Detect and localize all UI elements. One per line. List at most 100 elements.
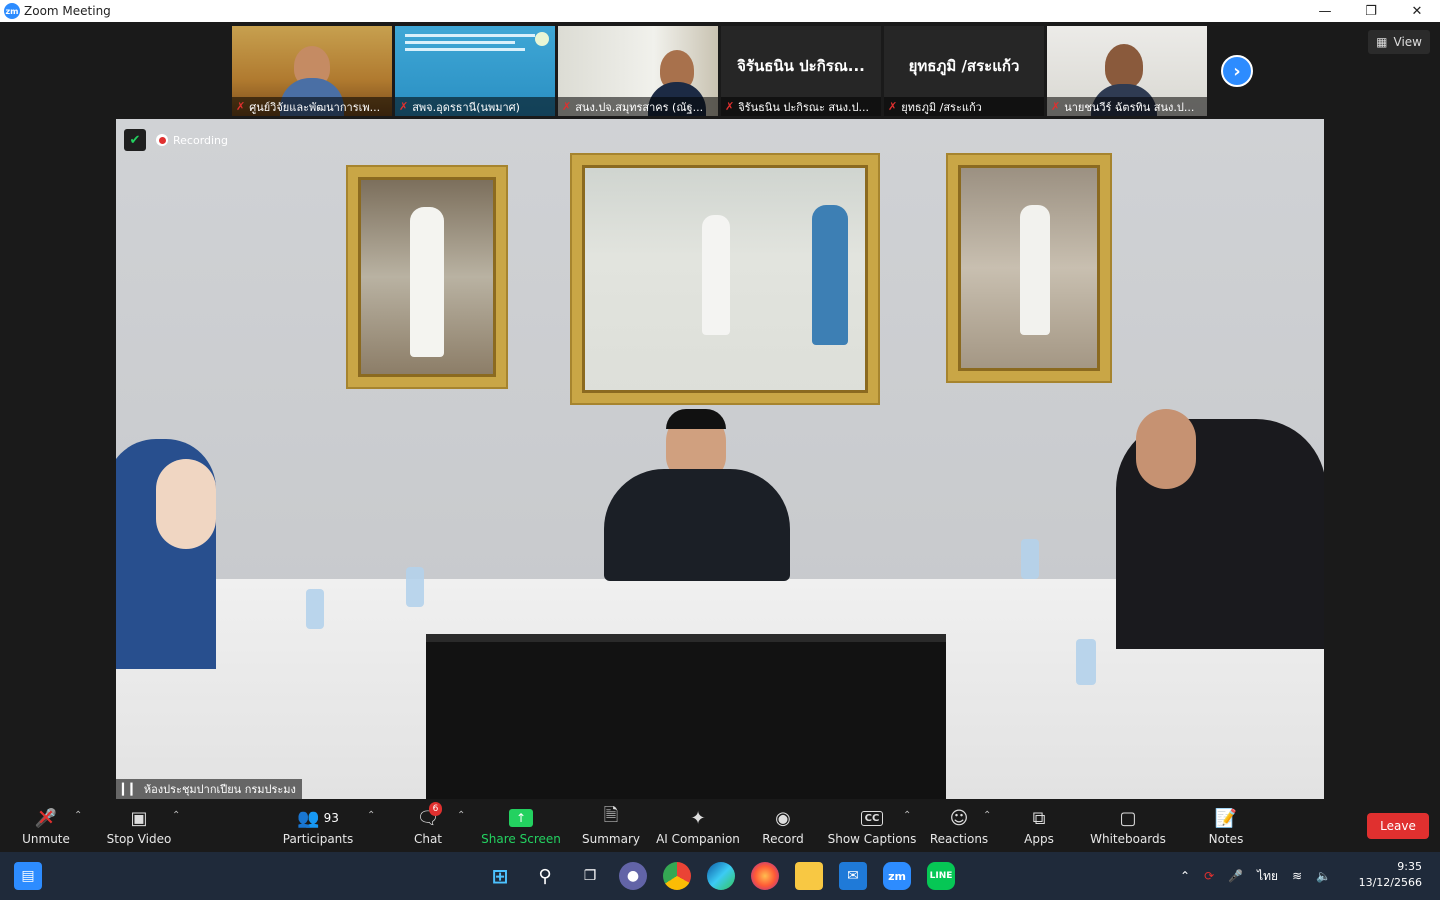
participants-count: 93 (323, 811, 339, 825)
clock-time: 9:35 (1397, 860, 1422, 873)
task-view-icon[interactable]: ❐ (576, 862, 604, 890)
microphone-icon[interactable]: 🎤 (1228, 869, 1243, 883)
unmute-button[interactable]: 🎤 ✕ Unmute (18, 800, 74, 852)
participant-display-name: ยุทธภูมิ /สระแก้ว (908, 57, 1020, 75)
video-camera-icon: ▣ (130, 807, 148, 829)
windows-taskbar: ▤ ⊞ ⚲ ❐ ● ✉ zm LINE ⌃ ⟳ 🎤 ไทย ≋ 🔈 9:35 1… (0, 852, 1440, 900)
captions-options-chevron-icon[interactable]: ⌃ (903, 810, 911, 821)
muted-mic-icon: ✗ (1051, 100, 1061, 113)
cc-icon: CC (860, 810, 884, 826)
reactions-options-chevron-icon[interactable]: ⌃ (983, 810, 991, 821)
tv-monitor (426, 634, 946, 799)
record-circle-icon: ◉ (775, 807, 791, 829)
whiteboards-button[interactable]: ▢ Whiteboards (1090, 800, 1166, 852)
room-name: ห้องประชุมปากเปียน กรมประมง (143, 783, 296, 796)
water-bottle (306, 589, 324, 629)
minimize-button[interactable]: — (1302, 0, 1348, 22)
water-bottle (1021, 539, 1039, 579)
participant-thumbnail[interactable]: ยุทธภูมิ /สระแก้ว ✗ ยุทธภูมิ /สระแก้ว (884, 26, 1044, 116)
participant-thumbnail[interactable]: จิรันธนิน ปะกิรณ... ✗ จิรันธนิน ปะกิรณะ ส… (721, 26, 881, 116)
speaker-person (666, 409, 726, 429)
chat-options-chevron-icon[interactable]: ⌃ (457, 810, 465, 821)
audio-options-chevron-icon[interactable]: ⌃ (74, 810, 82, 821)
muted-mic-icon: ✗ (725, 100, 735, 113)
window-title: Zoom Meeting (24, 4, 111, 18)
microphone-muted-icon: 🎤 ✕ (34, 805, 58, 831)
meeting-toolbar: 🎤 ✕ Unmute ⌃ ▣ Stop Video ⌃ 👥 93 Participa… (0, 800, 1440, 852)
edge-icon[interactable] (707, 862, 735, 890)
attendee-person (156, 459, 216, 549)
widgets-icon[interactable]: ▤ (14, 862, 42, 890)
line-app-icon[interactable]: LINE (927, 862, 955, 890)
participant-name: นายชนวีร์ ฉัตรทิน สนง.ป... (1064, 100, 1195, 114)
participant-display-name: จิรันธนิน ปะกิรณ... (737, 57, 865, 75)
zoom-taskbar-icon[interactable]: zm (883, 862, 911, 890)
chat-button[interactable]: 🗨 6 Chat (408, 800, 448, 852)
participants-options-chevron-icon[interactable]: ⌃ (367, 810, 375, 821)
sparkle-icon: ✦ (690, 807, 706, 829)
participants-button[interactable]: 👥 93 Participants (282, 800, 354, 852)
muted-mic-icon: ✗ (399, 100, 409, 113)
leave-button[interactable]: Leave (1367, 813, 1429, 839)
participant-thumbnail[interactable]: ✗ นายชนวีร์ ฉัตรทิน สนง.ป... (1047, 26, 1207, 116)
input-language[interactable]: ไทย (1257, 867, 1278, 886)
ai-companion-button[interactable]: ✦ AI Companion (656, 800, 740, 852)
record-button[interactable]: ◉ Record (760, 800, 806, 852)
meeting-area: ✗ ศูนย์วิจัยและพัฒนาการเพ... ✗ สพจ.อุดรธาน… (0, 22, 1440, 800)
participant-name: ยุทธภูมิ /สระแก้ว (901, 100, 982, 114)
view-button[interactable]: ▦ View (1368, 30, 1430, 54)
main-video[interactable]: ✔ Recording ▎▎ ห้องประชุมปากเปียน กรมประ… (116, 119, 1324, 799)
portrait-frame (348, 167, 506, 387)
encryption-shield-icon[interactable]: ✔ (124, 129, 146, 151)
zoom-logo-icon: zm (4, 3, 20, 19)
speaker-icon[interactable]: 🔈 (1316, 869, 1331, 883)
summary-button[interactable]: 🗎 Summary (582, 800, 640, 852)
participant-thumbnail[interactable]: ✗ สพจ.อุดรธานี(นพมาศ) (395, 26, 555, 116)
portrait-frame (572, 155, 878, 403)
teams-chat-icon[interactable]: ● (619, 862, 647, 890)
firefox-icon[interactable] (751, 862, 779, 890)
smiley-plus-icon: ☺ (949, 807, 969, 829)
share-screen-button[interactable]: ↑ Share Screen (481, 800, 561, 852)
show-captions-button[interactable]: CC Show Captions (828, 800, 916, 852)
show-hidden-icons-chevron-icon[interactable]: ⌃ (1180, 869, 1190, 883)
chrome-icon[interactable] (663, 862, 691, 890)
portrait-frame (948, 155, 1110, 381)
restore-button[interactable]: ❐ (1348, 0, 1394, 22)
room-name-label: ▎▎ ห้องประชุมปากเปียน กรมประมง (116, 779, 302, 799)
reactions-button[interactable]: ☺ Reactions (930, 800, 988, 852)
notes-button[interactable]: 📝 Notes (1206, 800, 1246, 852)
share-screen-arrow-icon: ↑ (509, 809, 533, 827)
file-explorer-icon[interactable] (795, 862, 823, 890)
grid-icon: ▦ (1376, 35, 1388, 49)
search-icon[interactable]: ⚲ (531, 862, 559, 890)
stop-video-button[interactable]: ▣ Stop Video (104, 800, 174, 852)
muted-mic-icon: ✗ (562, 100, 572, 113)
wifi-icon[interactable]: ≋ (1292, 869, 1302, 883)
participant-thumbnail[interactable]: ✗ สนง.ปจ.สมุทรสาคร (ณัฐ... (558, 26, 718, 116)
recording-indicator[interactable]: Recording (156, 129, 228, 151)
signal-bars-icon: ▎▎ (122, 782, 139, 796)
muted-mic-icon: ✗ (888, 100, 898, 113)
participants-icon: 👥 (297, 807, 320, 829)
notes-icon: 📝 (1214, 807, 1238, 829)
water-bottle (406, 567, 424, 607)
participant-thumbnail[interactable]: ✗ ศูนย์วิจัยและพัฒนาการเพ... (232, 26, 392, 116)
system-clock[interactable]: 9:35 13/12/2566 (1359, 859, 1422, 891)
speaker-person (604, 469, 790, 581)
participant-name: จิรันธนิน ปะกิรณะ สนง.ป... (738, 100, 869, 114)
windows-start-icon[interactable]: ⊞ (486, 862, 514, 890)
recording-dot-icon (156, 134, 168, 146)
muted-mic-icon: ✗ (236, 100, 246, 113)
participant-name: ศูนย์วิจัยและพัฒนาการเพ... (249, 100, 381, 114)
window-titlebar: zm Zoom Meeting — ❐ ✕ (0, 0, 1440, 22)
apps-button[interactable]: ⧉ Apps (1020, 800, 1058, 852)
thumbnail-strip: ✗ ศูนย์วิจัยและพัฒนาการเพ... ✗ สพจ.อุดรธาน… (232, 26, 1207, 116)
sync-icon[interactable]: ⟳ (1204, 869, 1214, 883)
chat-unread-badge: 6 (428, 802, 443, 816)
mail-icon[interactable]: ✉ (839, 862, 867, 890)
next-page-chevron-icon[interactable]: › (1221, 55, 1253, 87)
close-button[interactable]: ✕ (1394, 0, 1440, 22)
view-label: View (1393, 35, 1422, 49)
video-options-chevron-icon[interactable]: ⌃ (172, 810, 180, 821)
